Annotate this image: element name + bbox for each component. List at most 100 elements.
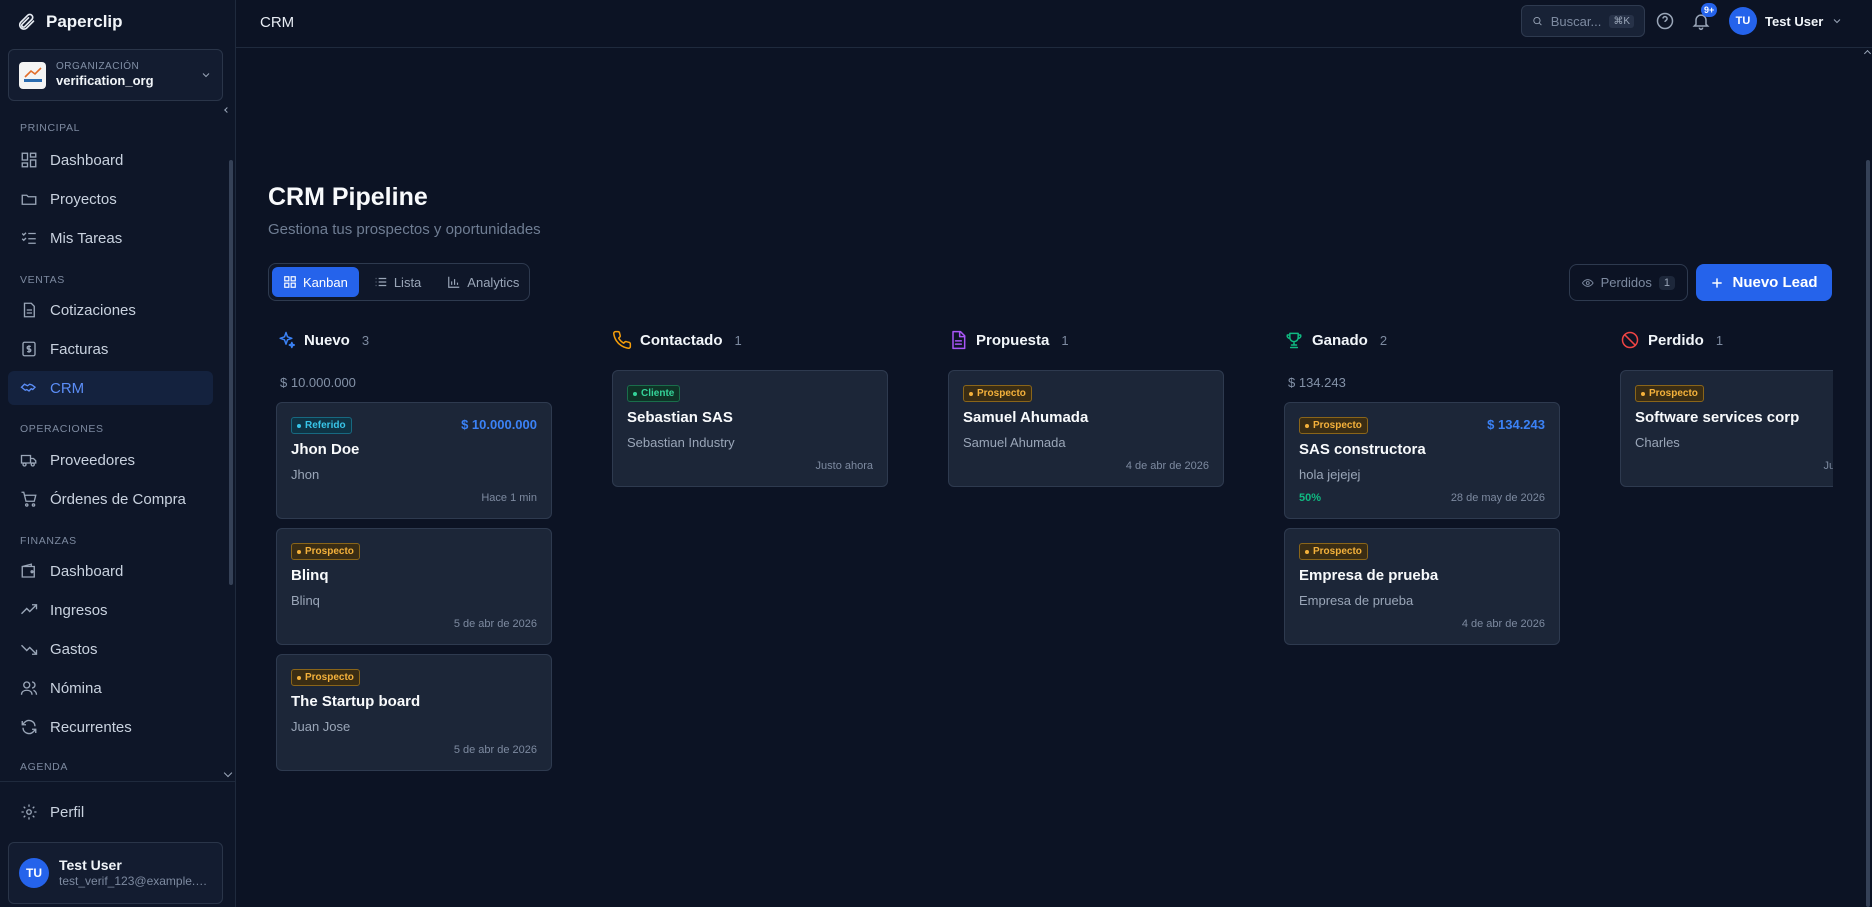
org-switcher[interactable]: ORGANIZACIÓN verification_org [8, 49, 223, 101]
column-name: Nuevo [304, 331, 350, 349]
sidebar: Paperclip ORGANIZACIÓN verification_org … [0, 0, 236, 907]
page-scrollbar[interactable] [1866, 160, 1870, 907]
sidebar-item-facturas[interactable]: Facturas [8, 332, 213, 366]
brand-name: Paperclip [46, 12, 123, 31]
section-agenda: AGENDA [20, 761, 68, 773]
sidebar-scrollbar[interactable] [229, 160, 233, 585]
grid-icon [284, 276, 296, 288]
lead-date: Justo ahora [815, 460, 873, 472]
tab-kanban[interactable]: Kanban [272, 267, 359, 297]
perdidos-toggle-button[interactable]: Perdidos 1 [1569, 264, 1688, 301]
lead-card[interactable]: Prospecto Blinq Blinq 5 de abr de 2026 [276, 528, 552, 645]
perdidos-label: Perdidos [1600, 275, 1652, 290]
user-name: Test User [1765, 13, 1824, 29]
sidebar-item-ordenes-de-compra[interactable]: Órdenes de Compra [8, 482, 213, 516]
sidebar-item-finanzas-dashboard[interactable]: Dashboard [8, 554, 213, 588]
user-menu[interactable]: TU Test User [1729, 7, 1843, 35]
lead-card[interactable]: Prospecto Software services corp Charles Ju… [1620, 370, 1833, 487]
status-badge: Prospecto [291, 669, 360, 686]
collapse-sidebar-icon[interactable] [224, 107, 230, 113]
brand[interactable]: Paperclip [16, 10, 123, 34]
search-placeholder: Buscar... [1550, 13, 1602, 29]
sidebar-item-recurrentes[interactable]: Recurrentes [8, 710, 213, 744]
user-name: Test User [59, 857, 122, 874]
lead-title: The Startup board [291, 693, 421, 710]
sidebar-item-nomina[interactable]: Nómina [8, 671, 213, 705]
trophy-icon [1286, 332, 1302, 349]
page-title: CRM Pipeline [268, 183, 428, 211]
lead-contact: Juan Jose [291, 719, 351, 734]
trending-down-icon [21, 644, 38, 655]
sidebar-item-label: Dashboard [50, 562, 124, 580]
phone-icon [613, 330, 632, 349]
lead-title: Empresa de prueba [1299, 567, 1439, 584]
sidebar-item-proveedores[interactable]: Proveedores [8, 443, 213, 477]
sidebar-item-proyectos[interactable]: Proyectos [8, 182, 213, 216]
new-lead-button[interactable]: Nuevo Lead [1696, 264, 1832, 301]
sidebar-item-gastos[interactable]: Gastos [8, 632, 213, 666]
sidebar-item-label: Gastos [50, 640, 98, 658]
sidebar-item-mis-tareas[interactable]: Mis Tareas [8, 221, 213, 255]
chevron-down-icon [200, 69, 212, 81]
lead-date: Justo ahora [1823, 460, 1833, 472]
tab-lista[interactable]: Lista [363, 267, 432, 297]
sidebar-item-crm[interactable]: CRM [8, 371, 213, 405]
sidebar-item-label: Perfil [50, 803, 85, 821]
tab-analytics[interactable]: Analytics [436, 267, 530, 297]
page-title-breadcrumb: CRM [260, 14, 295, 31]
sidebar-item-dashboard[interactable]: Dashboard [8, 143, 213, 177]
users-icon [20, 681, 38, 695]
lead-card[interactable]: Prospecto The Startup board Juan Jose 5 de … [276, 654, 552, 771]
lead-title: Jhon Doe [291, 441, 360, 458]
chevron-down-icon [1833, 19, 1841, 24]
section-principal: PRINCIPAL [20, 122, 81, 134]
lead-card[interactable]: Cliente Sebastian SAS Sebastian Industry Ju… [612, 370, 888, 487]
lead-contact: Jhon [291, 467, 320, 482]
column-total: $ 134.243 [1288, 375, 1346, 390]
search-input[interactable]: Buscar... ⌘K [1521, 5, 1645, 37]
sidebar-item-label: Nómina [50, 679, 102, 697]
status-badge: Cliente [627, 385, 681, 402]
help-icon[interactable] [1655, 11, 1675, 31]
avatar: TU [1729, 7, 1757, 35]
dashboard-icon [21, 152, 37, 168]
user-card[interactable]: TU Test User test_verif_123@example.com [8, 842, 223, 904]
sidebar-item-label: Órdenes de Compra [50, 490, 186, 508]
lead-card[interactable]: Prospecto Samuel Ahumada Samuel Ahumada 4 d… [948, 370, 1224, 487]
column-name: Contactado [640, 331, 723, 349]
sidebar-item-cotizaciones[interactable]: Cotizaciones [8, 293, 213, 327]
lead-card[interactable]: Prospecto Empresa de prueba Empresa de pru… [1284, 528, 1560, 645]
cart-icon [21, 491, 37, 507]
sidebar-item-label: Ingresos [50, 601, 108, 619]
sidebar-item-ingresos[interactable]: Ingresos [8, 593, 213, 627]
list-icon [375, 277, 387, 287]
lead-date: 28 de may de 2026 [1450, 492, 1545, 504]
lead-card[interactable]: Prospecto $ 134.243 SAS constructora hola j… [1284, 402, 1560, 519]
lead-card[interactable]: Referido $ 10.000.000 Jhon Doe Jhon Hace 1 m… [276, 402, 552, 519]
topbar: CRM Buscar... ⌘K 9+ TU Test User [236, 0, 1872, 48]
sidebar-item-label: Facturas [50, 340, 109, 358]
column-name: Perdido [1648, 331, 1704, 349]
sparkles-icon [279, 331, 296, 349]
kanban-column-contactado: Contactado 1 Cliente Sebastian SAS Sebastian… [604, 320, 894, 820]
section-ventas: VENTAS [20, 274, 65, 286]
lead-title: Software services corp [1635, 409, 1800, 426]
sidebar-item-perfil[interactable]: Perfil [8, 795, 213, 829]
sidebar-item-label: Dashboard [50, 151, 124, 169]
file-icon [23, 302, 35, 318]
org-label: ORGANIZACIÓN [56, 60, 140, 72]
sidebar-item-label: Recurrentes [50, 718, 132, 736]
status-badge: Prospecto [1635, 385, 1704, 402]
lead-probability: 50% [1299, 492, 1322, 504]
kanban-board: Nuevo 3 $ 10.000.000 Referido $ 10.000.000 Jh… [268, 320, 1833, 820]
lead-contact: Blinq [291, 593, 320, 608]
lead-title: Blinq [291, 567, 329, 584]
column-header: Propuesta 1 [948, 328, 1069, 352]
scroll-up-icon[interactable] [1863, 49, 1872, 58]
sidebar-item-label: Proveedores [50, 451, 136, 469]
tab-label: Kanban [303, 274, 348, 290]
sidebar-item-label: Proyectos [50, 190, 117, 208]
tab-label: Lista [393, 274, 422, 290]
avatar: TU [19, 858, 49, 888]
sidebar-item-label: Cotizaciones [50, 301, 136, 319]
